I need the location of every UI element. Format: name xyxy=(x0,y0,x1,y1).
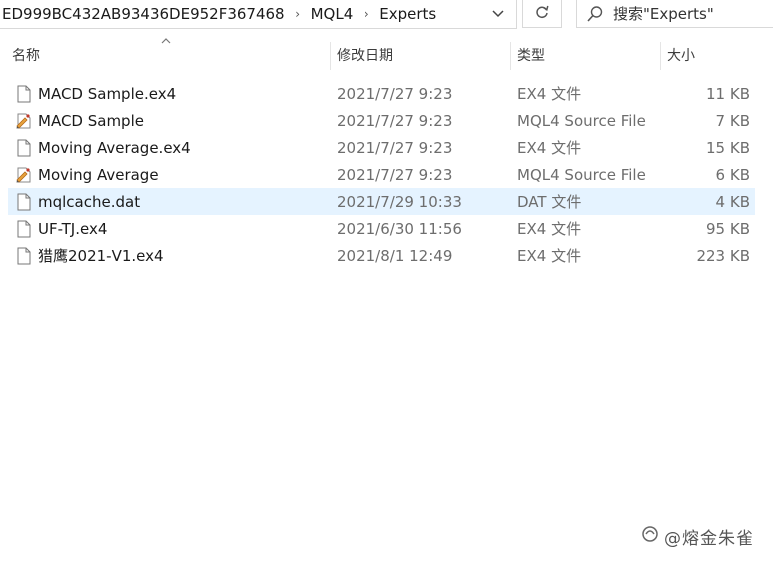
column-date[interactable]: 修改日期 xyxy=(337,40,502,70)
refresh-icon xyxy=(534,4,550,24)
file-date: 2021/7/27 9:23 xyxy=(337,165,453,184)
file-type: MQL4 Source File xyxy=(517,111,646,130)
file-type: EX4 文件 xyxy=(517,85,582,103)
file-size: 95 KB xyxy=(706,219,750,238)
mql4-source-icon xyxy=(14,107,34,134)
breadcrumb-experts[interactable]: Experts xyxy=(377,5,438,23)
file-date: 2021/7/29 10:33 xyxy=(337,192,462,211)
file-name[interactable]: 猎鹰2021-V1.ex4 xyxy=(38,242,164,269)
search-input[interactable]: 搜索"Experts" xyxy=(613,3,714,24)
file-row[interactable]: Moving Average 2021/7/27 9:23 MQL4 Sourc… xyxy=(8,161,755,188)
file-icon xyxy=(14,134,34,161)
file-size: 7 KB xyxy=(715,111,750,130)
file-name[interactable]: Moving Average.ex4 xyxy=(38,134,191,161)
file-type: EX4 文件 xyxy=(517,247,582,265)
file-size: 15 KB xyxy=(706,138,750,157)
breadcrumb-root[interactable]: ED999BC432AB93436DE952F367468 xyxy=(0,5,287,23)
watermark: @熔金朱雀 xyxy=(640,524,754,549)
file-icon xyxy=(14,215,34,242)
file-name[interactable]: mqlcache.dat xyxy=(38,188,140,215)
file-size: 6 KB xyxy=(715,165,750,184)
search-box[interactable]: 搜索"Experts" xyxy=(576,0,773,28)
file-icon xyxy=(14,188,34,215)
address-bar[interactable]: ED999BC432AB93436DE952F367468 › MQL4 › E… xyxy=(0,0,517,29)
file-row[interactable]: Moving Average.ex4 2021/7/27 9:23 EX4 文件… xyxy=(8,134,755,161)
file-row[interactable]: MACD Sample.ex4 2021/7/27 9:23 EX4 文件 11… xyxy=(8,80,755,107)
file-size: 4 KB xyxy=(715,192,750,211)
file-date: 2021/6/30 11:56 xyxy=(337,219,462,238)
file-size: 11 KB xyxy=(706,84,750,103)
file-name[interactable]: MACD Sample.ex4 xyxy=(38,80,176,107)
file-date: 2021/7/27 9:23 xyxy=(337,138,453,157)
column-divider[interactable] xyxy=(510,42,511,70)
search-icon xyxy=(577,5,613,23)
refresh-button[interactable] xyxy=(522,0,562,28)
file-type: DAT 文件 xyxy=(517,193,582,211)
column-name[interactable]: 名称 xyxy=(12,40,322,70)
file-size: 223 KB xyxy=(696,246,750,265)
file-type: EX4 文件 xyxy=(517,220,582,238)
watermark-logo-icon xyxy=(640,524,660,549)
file-date: 2021/7/27 9:23 xyxy=(337,84,453,103)
column-size[interactable]: 大小 xyxy=(667,40,767,70)
file-type: MQL4 Source File xyxy=(517,165,646,184)
chevron-down-icon[interactable] xyxy=(488,3,508,25)
file-row[interactable]: MACD Sample 2021/7/27 9:23 MQL4 Source F… xyxy=(8,107,755,134)
column-header: 名称 修改日期 类型 大小 xyxy=(0,38,773,70)
file-type: EX4 文件 xyxy=(517,139,582,157)
column-divider[interactable] xyxy=(330,42,331,70)
file-name[interactable]: UF-TJ.ex4 xyxy=(38,215,107,242)
column-type[interactable]: 类型 xyxy=(517,40,652,70)
mql4-source-icon xyxy=(14,161,34,188)
file-name[interactable]: MACD Sample xyxy=(38,107,144,134)
file-name[interactable]: Moving Average xyxy=(38,161,159,188)
file-row[interactable]: mqlcache.dat 2021/7/29 10:33 DAT 文件 4 KB xyxy=(8,188,755,215)
file-icon xyxy=(14,242,34,269)
breadcrumb-separator-icon[interactable]: › xyxy=(355,7,377,21)
breadcrumb-mql4[interactable]: MQL4 xyxy=(309,5,356,23)
file-date: 2021/8/1 12:49 xyxy=(337,246,453,265)
file-row[interactable]: 猎鹰2021-V1.ex4 2021/8/1 12:49 EX4 文件 223 … xyxy=(8,242,755,269)
file-icon xyxy=(14,80,34,107)
watermark-text: @熔金朱雀 xyxy=(664,528,754,549)
toolbar: ED999BC432AB93436DE952F367468 › MQL4 › E… xyxy=(0,0,773,30)
file-row[interactable]: UF-TJ.ex4 2021/6/30 11:56 EX4 文件 95 KB xyxy=(8,215,755,242)
breadcrumb-separator-icon[interactable]: › xyxy=(287,7,309,21)
file-date: 2021/7/27 9:23 xyxy=(337,111,453,130)
column-divider[interactable] xyxy=(660,42,661,70)
